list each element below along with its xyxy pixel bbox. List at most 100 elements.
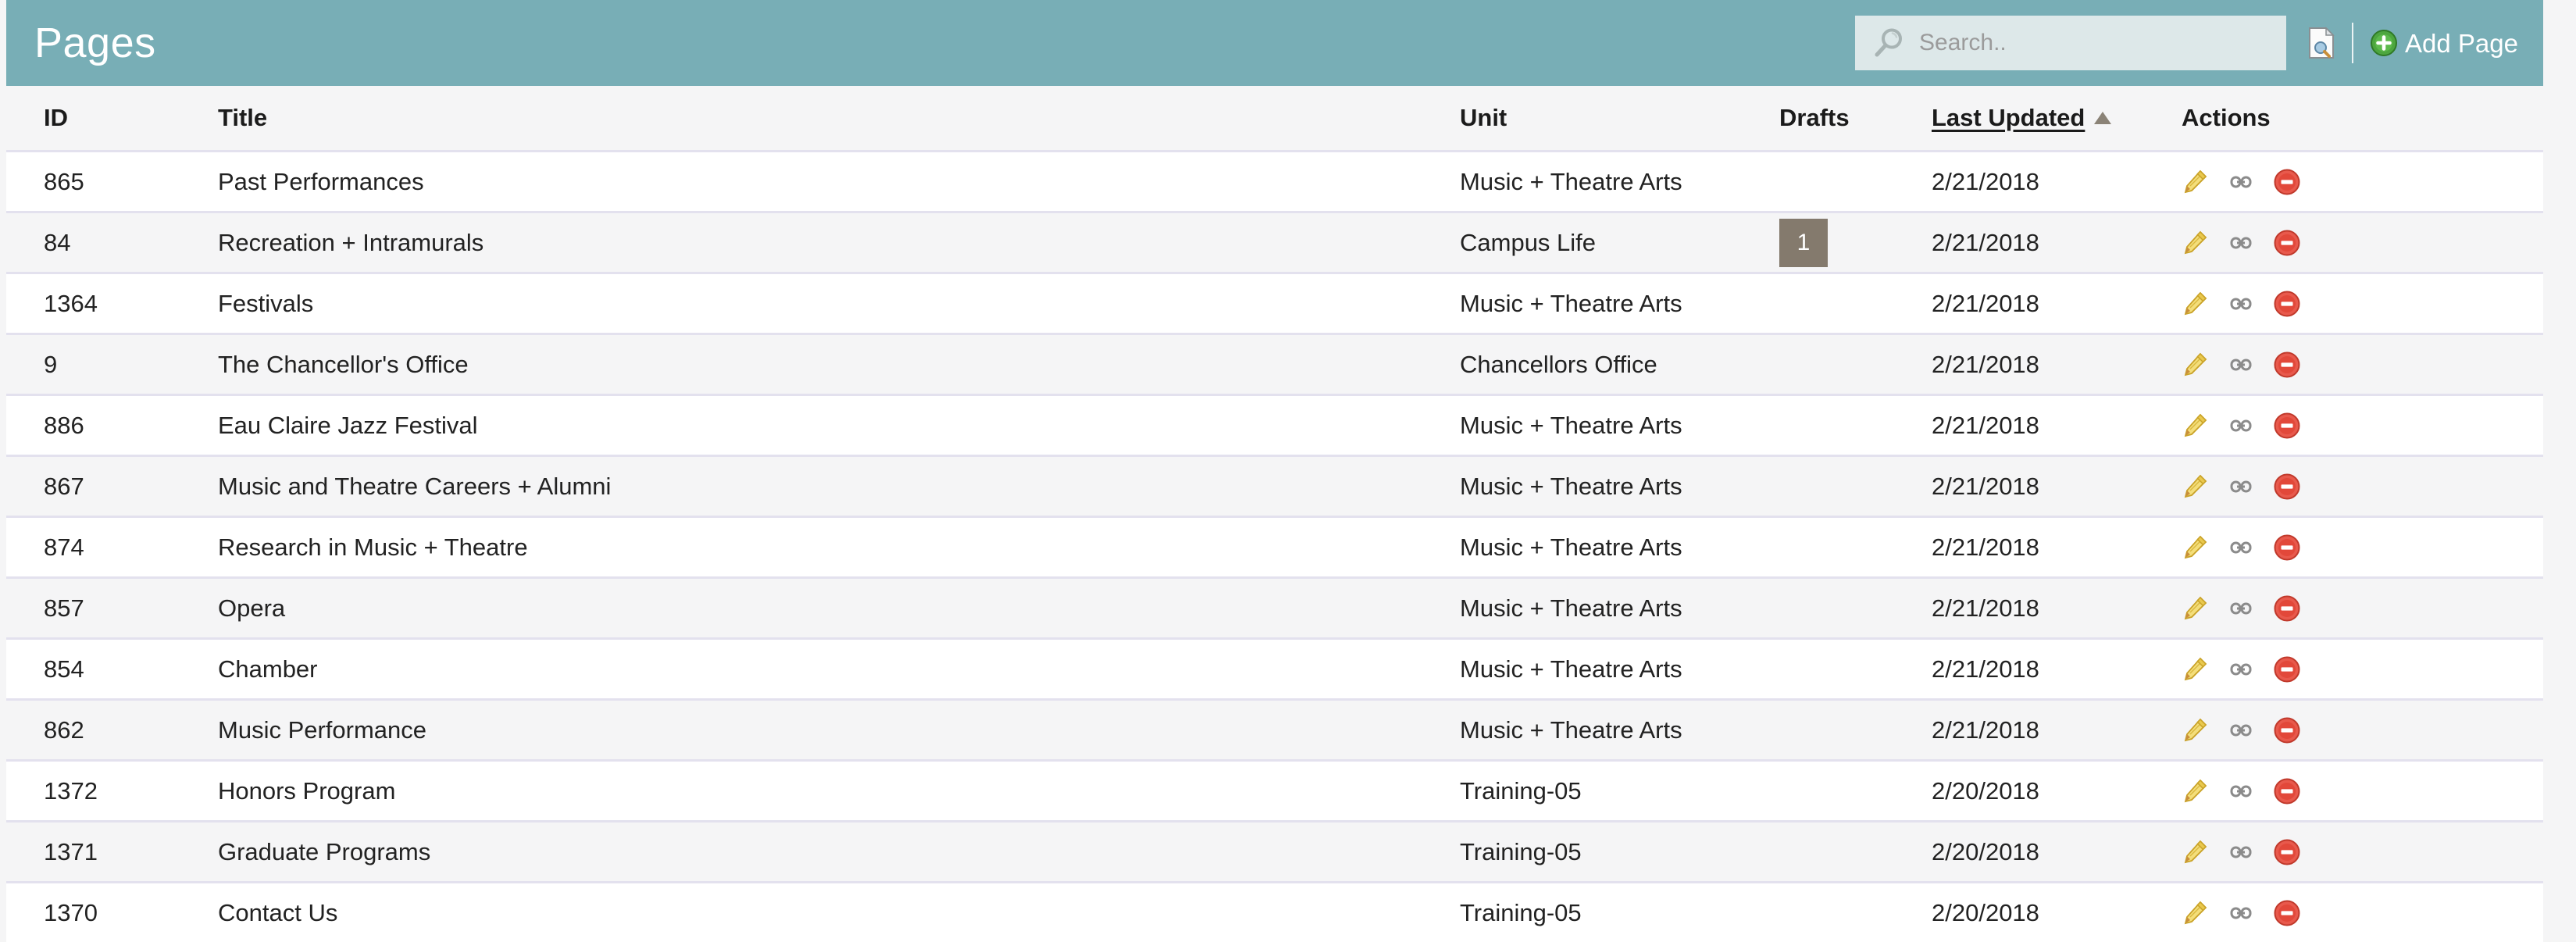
table-row[interactable]: 865 Past Performances Music + Theatre Ar… [6, 152, 2543, 212]
delete-icon[interactable] [2274, 778, 2300, 805]
cell-last-updated: 2/21/2018 [1932, 517, 2182, 578]
delete-icon[interactable] [2274, 230, 2300, 256]
cell-last-updated: 2/21/2018 [1932, 212, 2182, 273]
edit-icon[interactable] [2182, 595, 2208, 622]
cell-id: 1371 [6, 822, 190, 883]
table-row[interactable]: 857 Opera Music + Theatre Arts 2/21/2018 [6, 578, 2543, 639]
page-header-bar: Pages Search.. [6, 0, 2543, 86]
cell-drafts [1779, 578, 1932, 639]
table-row[interactable]: 1370 Contact Us Training-05 2/20/2018 [6, 883, 2543, 942]
cell-unit: Training-05 [1432, 883, 1779, 942]
page-copy-icon[interactable] [2308, 27, 2335, 59]
edit-icon[interactable] [2182, 656, 2208, 683]
cell-last-updated: 2/21/2018 [1932, 273, 2182, 334]
link-icon[interactable] [2230, 415, 2252, 437]
link-icon[interactable] [2230, 476, 2252, 498]
link-icon[interactable] [2230, 780, 2252, 802]
table-row[interactable]: 862 Music Performance Music + Theatre Ar… [6, 700, 2543, 761]
sort-last-updated[interactable]: Last Updated [1932, 104, 2111, 132]
link-icon[interactable] [2230, 293, 2252, 315]
table-row[interactable]: 867 Music and Theatre Careers + Alumni M… [6, 456, 2543, 517]
cell-actions [2182, 883, 2543, 942]
edit-icon[interactable] [2182, 839, 2208, 865]
cell-actions [2182, 212, 2543, 273]
table-row[interactable]: 1371 Graduate Programs Training-05 2/20/… [6, 822, 2543, 883]
table-row[interactable]: 854 Chamber Music + Theatre Arts 2/21/20… [6, 639, 2543, 700]
cell-drafts [1779, 883, 1932, 942]
column-header-id[interactable]: ID [6, 86, 190, 152]
delete-icon[interactable] [2274, 900, 2300, 926]
delete-icon[interactable] [2274, 291, 2300, 317]
add-page-button[interactable]: Add Page [2371, 30, 2521, 56]
cell-last-updated: 2/20/2018 [1932, 761, 2182, 822]
edit-icon[interactable] [2182, 900, 2208, 926]
cell-unit: Training-05 [1432, 822, 1779, 883]
cell-drafts [1779, 517, 1932, 578]
search-icon [1872, 27, 1905, 59]
edit-icon[interactable] [2182, 717, 2208, 744]
cell-actions [2182, 334, 2543, 395]
table-row[interactable]: 9 The Chancellor's Office Chancellors Of… [6, 334, 2543, 395]
triangle-up-icon [2094, 112, 2111, 124]
cell-last-updated: 2/21/2018 [1932, 578, 2182, 639]
link-icon[interactable] [2230, 658, 2252, 680]
column-header-last-updated[interactable]: Last Updated [1932, 86, 2182, 152]
edit-icon[interactable] [2182, 534, 2208, 561]
cell-title: Past Performances [190, 152, 1432, 212]
delete-icon[interactable] [2274, 412, 2300, 439]
link-icon[interactable] [2230, 354, 2252, 376]
table-row[interactable]: 84 Recreation + Intramurals Campus Life … [6, 212, 2543, 273]
cell-unit: Campus Life [1432, 212, 1779, 273]
table-row[interactable]: 886 Eau Claire Jazz Festival Music + The… [6, 395, 2543, 456]
row-actions [2182, 534, 2543, 561]
drafts-badge[interactable]: 1 [1779, 219, 1828, 267]
search-input[interactable]: Search.. [1855, 16, 2286, 70]
link-icon[interactable] [2230, 902, 2252, 924]
page-title: Pages [34, 22, 156, 64]
edit-icon[interactable] [2182, 351, 2208, 378]
table-row[interactable]: 1372 Honors Program Training-05 2/20/201… [6, 761, 2543, 822]
cell-last-updated: 2/21/2018 [1932, 456, 2182, 517]
edit-icon[interactable] [2182, 230, 2208, 256]
cell-title: Music and Theatre Careers + Alumni [190, 456, 1432, 517]
edit-icon[interactable] [2182, 169, 2208, 195]
column-header-unit[interactable]: Unit [1432, 86, 1779, 152]
cell-drafts [1779, 152, 1932, 212]
edit-icon[interactable] [2182, 291, 2208, 317]
edit-icon[interactable] [2182, 778, 2208, 805]
cell-id: 857 [6, 578, 190, 639]
delete-icon[interactable] [2274, 656, 2300, 683]
cell-id: 1372 [6, 761, 190, 822]
column-header-actions: Actions [2182, 86, 2543, 152]
link-icon[interactable] [2230, 598, 2252, 619]
delete-icon[interactable] [2274, 473, 2300, 500]
delete-icon[interactable] [2274, 839, 2300, 865]
edit-icon[interactable] [2182, 473, 2208, 500]
link-icon[interactable] [2230, 537, 2252, 558]
delete-icon[interactable] [2274, 351, 2300, 378]
link-icon[interactable] [2230, 841, 2252, 863]
cell-actions [2182, 700, 2543, 761]
table-row[interactable]: 874 Research in Music + Theatre Music + … [6, 517, 2543, 578]
link-icon[interactable] [2230, 232, 2252, 254]
cell-title: The Chancellor's Office [190, 334, 1432, 395]
column-header-drafts[interactable]: Drafts [1779, 86, 1932, 152]
cell-unit: Music + Theatre Arts [1432, 456, 1779, 517]
column-header-title[interactable]: Title [190, 86, 1432, 152]
delete-icon[interactable] [2274, 717, 2300, 744]
row-actions [2182, 717, 2543, 744]
edit-icon[interactable] [2182, 412, 2208, 439]
delete-icon[interactable] [2274, 169, 2300, 195]
table-row[interactable]: 1364 Festivals Music + Theatre Arts 2/21… [6, 273, 2543, 334]
cell-title: Eau Claire Jazz Festival [190, 395, 1432, 456]
delete-icon[interactable] [2274, 595, 2300, 622]
cell-id: 854 [6, 639, 190, 700]
delete-icon[interactable] [2274, 534, 2300, 561]
table-header-row: ID Title Unit Drafts Last Updated Action… [6, 86, 2543, 152]
cell-actions [2182, 639, 2543, 700]
cell-title: Research in Music + Theatre [190, 517, 1432, 578]
cell-drafts [1779, 639, 1932, 700]
link-icon[interactable] [2230, 171, 2252, 193]
link-icon[interactable] [2230, 719, 2252, 741]
cell-id: 84 [6, 212, 190, 273]
